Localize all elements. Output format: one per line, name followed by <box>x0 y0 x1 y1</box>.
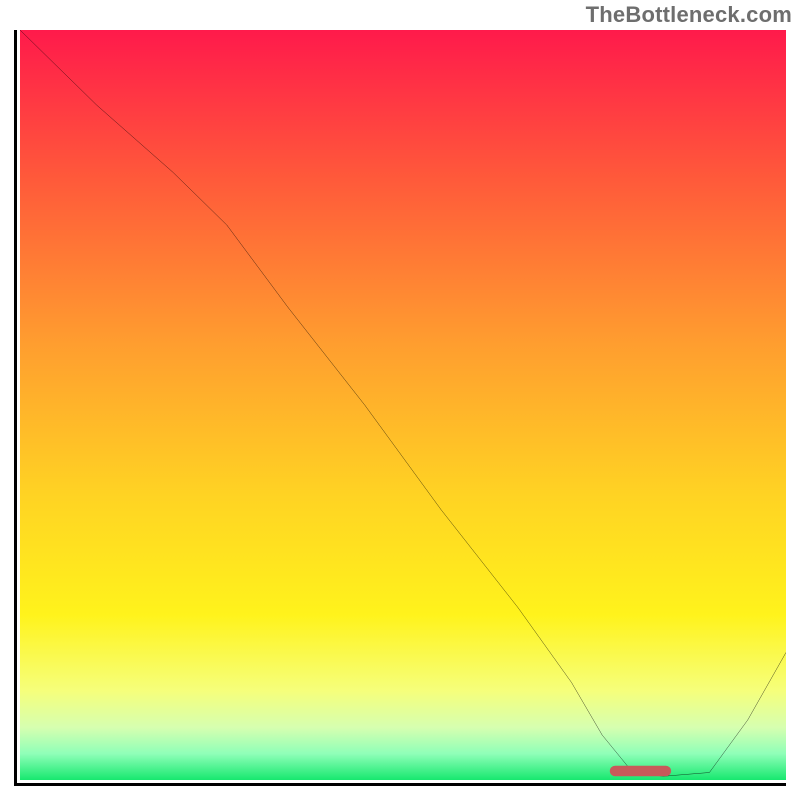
gradient-bg <box>20 30 786 780</box>
chart-svg <box>20 30 786 780</box>
chart-frame <box>14 30 786 786</box>
watermark-text: TheBottleneck.com <box>586 2 792 28</box>
optimal-marker <box>610 766 671 777</box>
plot-area <box>20 30 786 780</box>
chart-stage: TheBottleneck.com <box>0 0 800 800</box>
